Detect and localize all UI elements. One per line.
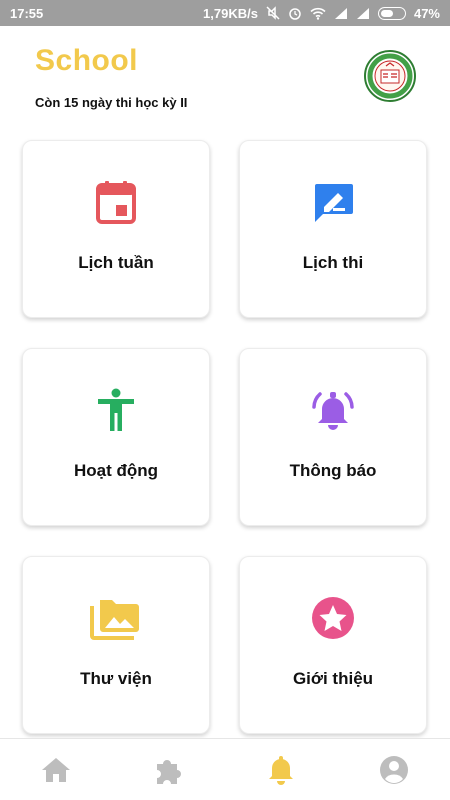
card-notifications[interactable]: Thông báo [239, 348, 427, 526]
card-exam-schedule[interactable]: Lịch thi [239, 140, 427, 318]
calendar-icon [96, 179, 136, 225]
card-weekly-schedule[interactable]: Lịch tuần [22, 140, 210, 318]
bell-ring-icon [311, 387, 355, 433]
exam-countdown: Còn 15 ngày thi học kỳ II [35, 95, 188, 110]
nav-account[interactable] [364, 745, 424, 795]
card-about[interactable]: Giới thiệu [239, 556, 427, 734]
wifi-icon [310, 7, 326, 20]
signal-icon-2 [356, 7, 370, 20]
bottom-navigation [0, 738, 450, 800]
photo-library-icon [90, 595, 142, 641]
battery-icon [377, 6, 406, 20]
card-label: Thư viện [80, 669, 152, 688]
accessibility-icon [96, 387, 136, 433]
status-time: 17:55 [10, 5, 44, 21]
card-label: Thông báo [289, 461, 377, 480]
puzzle-icon [156, 759, 181, 784]
card-library[interactable]: Thư viện [22, 556, 210, 734]
home-icon [42, 757, 71, 782]
app-title: School [35, 44, 139, 77]
card-label: Giới thiệu [292, 669, 374, 688]
card-label: Lịch tuần [78, 253, 154, 272]
alarm-icon [288, 6, 302, 20]
school-logo [364, 50, 416, 102]
status-right: 1,79KB/s 47% [203, 6, 440, 21]
battery-percent: 47% [413, 5, 440, 21]
card-label: Lịch thi [302, 253, 364, 272]
mute-icon [266, 6, 280, 20]
nav-home[interactable] [26, 745, 86, 795]
star-circle-icon [311, 595, 355, 641]
bell-icon [269, 755, 294, 785]
account-icon [379, 755, 408, 784]
signal-icon-1 [334, 7, 348, 20]
edit-message-icon [311, 179, 355, 225]
nav-notifications[interactable] [251, 745, 311, 795]
card-label: Hoạt động [73, 461, 159, 480]
status-bar: 17:55 1,79KB/s 47% [0, 0, 450, 26]
card-activities[interactable]: Hoạt động [22, 348, 210, 526]
network-speed: 1,79KB/s [203, 5, 258, 21]
nav-extensions[interactable] [139, 745, 199, 795]
